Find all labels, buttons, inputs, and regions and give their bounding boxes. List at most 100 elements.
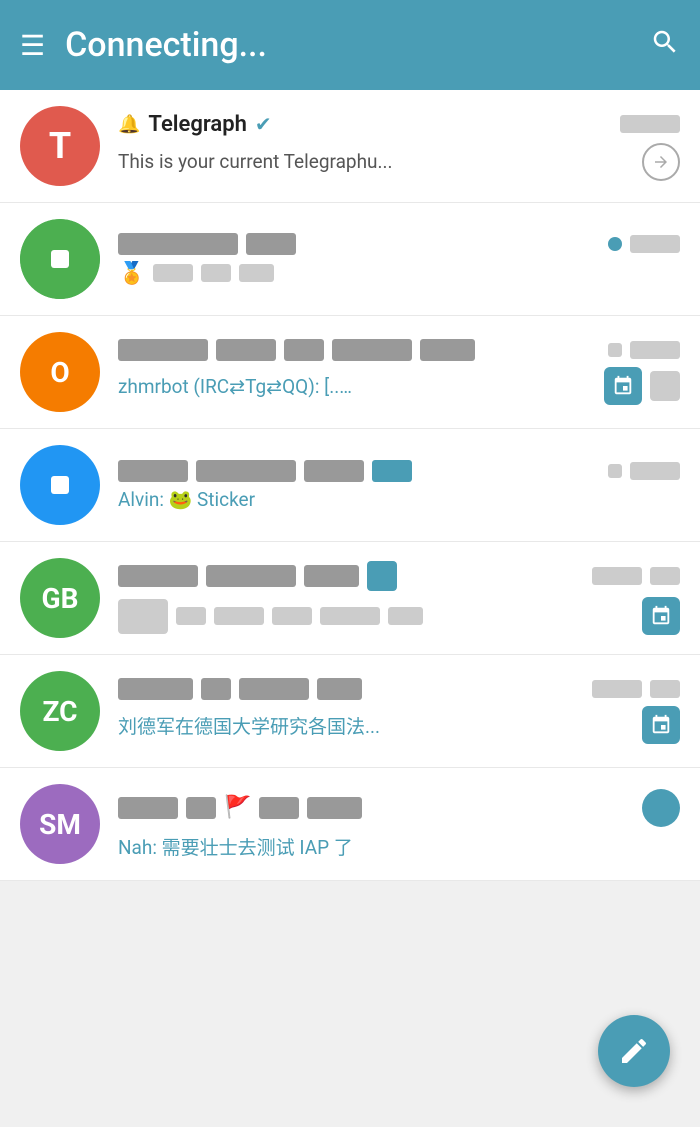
preview-blur2 <box>201 264 231 282</box>
chat-header: 🚩 <box>118 789 680 827</box>
chat-name-blur <box>118 460 188 482</box>
time-blur1 <box>608 464 622 478</box>
chat-list: T 🔔 Telegraph ✔ This is your current Tel… <box>0 90 700 881</box>
time-blur <box>592 680 642 698</box>
chat-preview: Nah: 需要壮士去测试 IAP 了 <box>118 833 680 860</box>
time-blur1 <box>608 343 622 357</box>
time-blur <box>630 341 680 359</box>
chat-content: 🏅 <box>118 233 680 286</box>
prev-blur3 <box>272 607 312 625</box>
thumb-blur <box>118 599 168 634</box>
time-blur2 <box>650 680 680 698</box>
avatar-letter: GB <box>42 582 79 615</box>
verified-icon: ✔ <box>255 112 272 136</box>
avatar: T <box>20 106 100 186</box>
chat-name-blur <box>118 797 178 819</box>
chat-header: 🔔 Telegraph ✔ <box>118 112 680 137</box>
preview-text: 刘德军在德国大学研究各国法... <box>118 712 632 739</box>
chat-item[interactable]: SM 🚩 Nah: 需要壮士去测试 IAP 了 <box>0 768 700 881</box>
chat-name-blur3 <box>239 678 309 700</box>
search-icon[interactable] <box>650 27 680 64</box>
chat-header <box>118 339 680 361</box>
chat-item[interactable]: T 🔔 Telegraph ✔ This is your current Tel… <box>0 90 700 203</box>
chat-content: Alvin: 🐸 Sticker <box>118 460 680 511</box>
mute-icon: 🔔 <box>118 114 140 135</box>
chat-name-blur4 <box>332 339 412 361</box>
chat-name-row <box>118 460 608 482</box>
chat-header <box>118 561 680 591</box>
prev-blur5 <box>388 607 423 625</box>
preview-text: Nah: 需要壮士去测试 IAP 了 <box>118 833 680 860</box>
chat-preview: 刘德军在德国大学研究各国法... <box>118 706 680 744</box>
chat-preview: 🏅 <box>118 261 680 286</box>
preview-blur3 <box>239 264 274 282</box>
chat-item[interactable]: GB <box>0 542 700 655</box>
chat-name-blur2 <box>206 565 296 587</box>
chat-name-row: 🚩 <box>118 795 642 820</box>
chat-preview: zhmrbot (IRC⇄Tg⇄QQ): [..… <box>118 367 680 405</box>
preview-text: Alvin: 🐸 Sticker <box>118 488 680 511</box>
avatar-letter: ZC <box>43 695 78 728</box>
preview-actions <box>604 367 680 405</box>
chat-content <box>118 561 680 635</box>
chat-item[interactable]: O zhmrbot (IRC⇄Tg⇄QQ): [..… <box>0 316 700 429</box>
chat-name-blur4 <box>307 797 362 819</box>
chat-name-blur <box>118 339 208 361</box>
chat-name-row: 🔔 Telegraph ✔ <box>118 112 620 137</box>
preview-text: zhmrbot (IRC⇄Tg⇄QQ): [..… <box>118 375 594 398</box>
chat-item[interactable]: 🏅 <box>0 203 700 316</box>
chat-name-blur <box>118 678 193 700</box>
chat-name-blur3 <box>304 565 359 587</box>
chat-preview: Alvin: 🐸 Sticker <box>118 488 680 511</box>
chat-name-blur3 <box>284 339 324 361</box>
topbar: ☰ Connecting... <box>0 0 700 90</box>
chat-preview: This is your current Telegraphu... <box>118 143 680 181</box>
chat-name-blur2 <box>201 678 231 700</box>
chat-name-blur3 <box>259 797 299 819</box>
avatar: GB <box>20 558 100 638</box>
chat-name-blur2 <box>216 339 276 361</box>
chat-content: zhmrbot (IRC⇄Tg⇄QQ): [..… <box>118 339 680 405</box>
chat-name-row <box>118 233 608 255</box>
chat-content: 🚩 Nah: 需要壮士去测试 IAP 了 <box>118 789 680 860</box>
chat-name-blur2 <box>246 233 296 255</box>
time-blur <box>592 567 642 585</box>
unread-dot <box>608 237 622 251</box>
chat-item[interactable]: ZC 刘德军在德国大学研究各国法... <box>0 655 700 768</box>
time-blur <box>620 115 680 133</box>
avatar: O <box>20 332 100 412</box>
chat-header <box>118 233 680 255</box>
preview-actions <box>642 143 680 181</box>
action-icon <box>642 597 680 635</box>
topbar-title: Connecting... <box>65 25 650 65</box>
preview-blur1 <box>153 264 193 282</box>
chat-name-blur3 <box>304 460 364 482</box>
avatar-letter: SM <box>39 808 81 841</box>
time-blur <box>630 462 680 480</box>
avatar-letter: T <box>49 125 71 167</box>
chat-name-row <box>118 339 608 361</box>
avatar <box>20 219 100 299</box>
chat-name-blur <box>118 233 238 255</box>
prev-blur2 <box>214 607 264 625</box>
count-blur <box>650 371 680 401</box>
send-icon <box>642 143 680 181</box>
chat-name-blur4 <box>372 460 412 482</box>
chat-preview <box>118 597 680 635</box>
menu-icon[interactable]: ☰ <box>20 29 45 62</box>
compose-fab[interactable] <box>598 1015 670 1087</box>
chat-name-blur2 <box>196 460 296 482</box>
avatar <box>20 445 100 525</box>
prev-blur1 <box>176 607 206 625</box>
time-blur2 <box>650 567 680 585</box>
time-blur <box>630 235 680 253</box>
chat-name: Telegraph <box>148 112 246 137</box>
chat-name-row <box>118 561 592 591</box>
chat-content: 刘德军在德国大学研究各国法... <box>118 678 680 744</box>
icon-blur <box>367 561 397 591</box>
avatar-letter: O <box>50 356 69 389</box>
chat-item[interactable]: Alvin: 🐸 Sticker <box>0 429 700 542</box>
chat-header <box>118 678 680 700</box>
badge-icon <box>604 367 642 405</box>
chat-name-blur4 <box>317 678 362 700</box>
